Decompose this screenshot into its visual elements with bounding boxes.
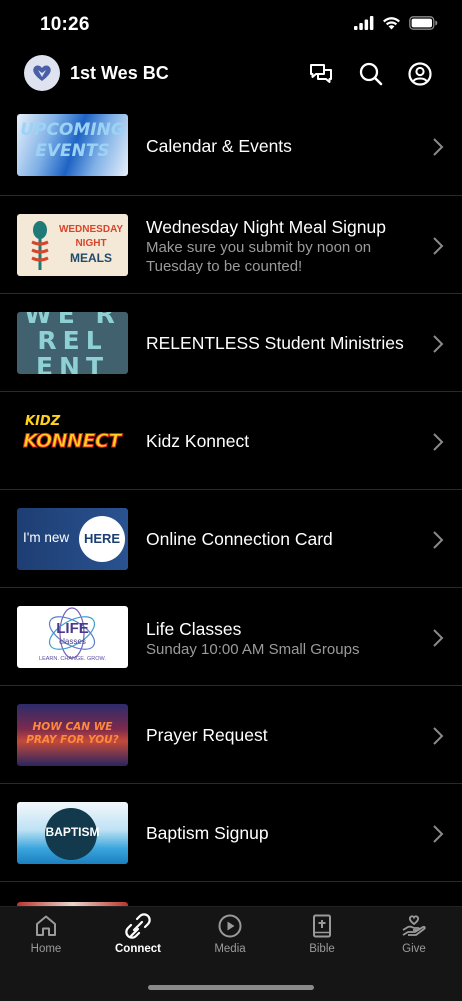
- chevron-right-icon: [433, 433, 444, 451]
- item-title: Online Connection Card: [146, 529, 333, 549]
- thumbnail-text: EVENTS: [35, 141, 110, 161]
- list-item[interactable]: WEDNESDAY NIGHT MEALS Wednesday Night Me…: [0, 196, 462, 294]
- connection-card-thumbnail: I'm new HERE: [17, 508, 128, 570]
- search-icon[interactable]: [358, 61, 384, 87]
- list-item[interactable]: UPCOMING EVENTS Calendar & Events: [0, 100, 462, 196]
- thumbnail-text: KIDZ: [25, 414, 61, 429]
- item-subtitle: Make sure you submit by noon on Tuesday …: [146, 239, 372, 275]
- chevron-right-icon: [433, 335, 444, 353]
- connect-list: UPCOMING EVENTS Calendar & Events WEDNES…: [0, 100, 462, 906]
- tab-connect[interactable]: Connect: [92, 913, 184, 955]
- thumbnail-text: classes: [59, 637, 86, 646]
- thumbnail-text: ENT: [35, 352, 110, 375]
- messages-icon[interactable]: [308, 61, 334, 87]
- cellular-signal-icon: [354, 16, 374, 30]
- thumbnail-text: LEARN. CHANGE. GROW.: [39, 656, 106, 662]
- give-icon: [402, 915, 426, 936]
- home-icon: [36, 915, 56, 936]
- baptism-thumbnail: BAPTISM: [17, 802, 128, 864]
- thumbnail-text: I'm new: [23, 530, 70, 545]
- heart-dove-logo-icon: [33, 65, 51, 81]
- item-title: Prayer Request: [146, 725, 268, 745]
- thumbnail-text: HERE: [79, 516, 125, 562]
- kidz-konnect-thumbnail: KIDZ KONNECT: [17, 410, 128, 472]
- thumbnail-text: BAPTISM: [45, 825, 100, 839]
- thumbnail-text: HOW CAN WE: [32, 721, 113, 733]
- tab-give[interactable]: Give: [368, 913, 460, 955]
- home-indicator[interactable]: [148, 985, 314, 990]
- chevron-right-icon: [433, 138, 444, 156]
- list-item[interactable]: LIFE classes LEARN. CHANGE. GROW. Life C…: [0, 588, 462, 686]
- item-title: Kidz Konnect: [146, 431, 250, 451]
- tab-label: Connect: [115, 943, 161, 955]
- list-item[interactable]: BAPTISM Baptism Signup: [0, 784, 462, 882]
- list-item[interactable]: KIDZ KONNECT Kidz Konnect: [0, 392, 462, 490]
- thumbnail-text: PRAY FOR YOU?: [26, 734, 119, 746]
- app-header: 1st Wes BC: [0, 50, 462, 102]
- chevron-right-icon: [433, 727, 444, 745]
- thumbnail-text: WEDNESDAY: [58, 224, 124, 235]
- tab-label: Give: [402, 943, 426, 955]
- profile-icon[interactable]: [407, 61, 433, 87]
- app-title: 1st Wes BC: [70, 63, 169, 83]
- thumbnail-text: KONNECT: [23, 430, 122, 453]
- status-time: 10:26: [40, 14, 90, 35]
- tab-label: Home: [30, 943, 62, 955]
- item-title: Wednesday Night Meal Signup: [146, 217, 386, 237]
- item-title: RELENTLESS Student Ministries: [146, 333, 404, 353]
- tab-label: Bible: [309, 943, 335, 955]
- thumbnail-text: REL: [37, 326, 108, 355]
- item-subtitle: Sunday 10:00 AM Small Groups: [146, 641, 360, 658]
- list-item[interactable]: [0, 882, 462, 906]
- item-title: Baptism Signup: [146, 823, 269, 843]
- tab-home[interactable]: Home: [0, 913, 92, 955]
- play-icon: [218, 914, 242, 938]
- chevron-right-icon: [433, 531, 444, 549]
- thumbnail-text: NIGHT: [75, 238, 107, 249]
- thumbnail-text: UPCOMING: [20, 120, 125, 140]
- calendar-events-thumbnail: UPCOMING EVENTS: [17, 114, 128, 176]
- status-icons: [354, 16, 438, 30]
- tab-media[interactable]: Media: [184, 913, 276, 955]
- chevron-right-icon: [433, 629, 444, 647]
- item-title: Life Classes: [146, 619, 242, 639]
- thumbnail-text: MEALS: [70, 251, 112, 265]
- wifi-icon: [383, 17, 400, 30]
- thumbnail-text: LIFE: [56, 620, 89, 637]
- wednesday-meals-thumbnail: WEDNESDAY NIGHT MEALS: [17, 214, 128, 276]
- chevron-right-icon: [433, 825, 444, 843]
- life-classes-thumbnail: LIFE classes LEARN. CHANGE. GROW.: [17, 606, 128, 668]
- church-logo[interactable]: [24, 55, 60, 91]
- relentless-thumbnail: WE R REL ENT: [17, 312, 128, 374]
- tab-label: Media: [214, 943, 246, 955]
- spoon-icon: [31, 221, 49, 270]
- bible-icon: [313, 914, 331, 938]
- list-item[interactable]: I'm new HERE Online Connection Card: [0, 490, 462, 588]
- prayer-request-thumbnail: HOW CAN WE PRAY FOR YOU?: [17, 704, 128, 766]
- list-item[interactable]: WE R REL ENT RELENTLESS Student Ministri…: [0, 294, 462, 392]
- status-bar: 10:26: [0, 0, 462, 50]
- list-item[interactable]: HOW CAN WE PRAY FOR YOU? Prayer Request: [0, 686, 462, 784]
- connect-icon: [125, 913, 151, 939]
- item-title: Calendar & Events: [146, 136, 292, 156]
- chevron-right-icon: [433, 237, 444, 255]
- battery-icon: [409, 16, 438, 30]
- tab-bible[interactable]: Bible: [276, 913, 368, 955]
